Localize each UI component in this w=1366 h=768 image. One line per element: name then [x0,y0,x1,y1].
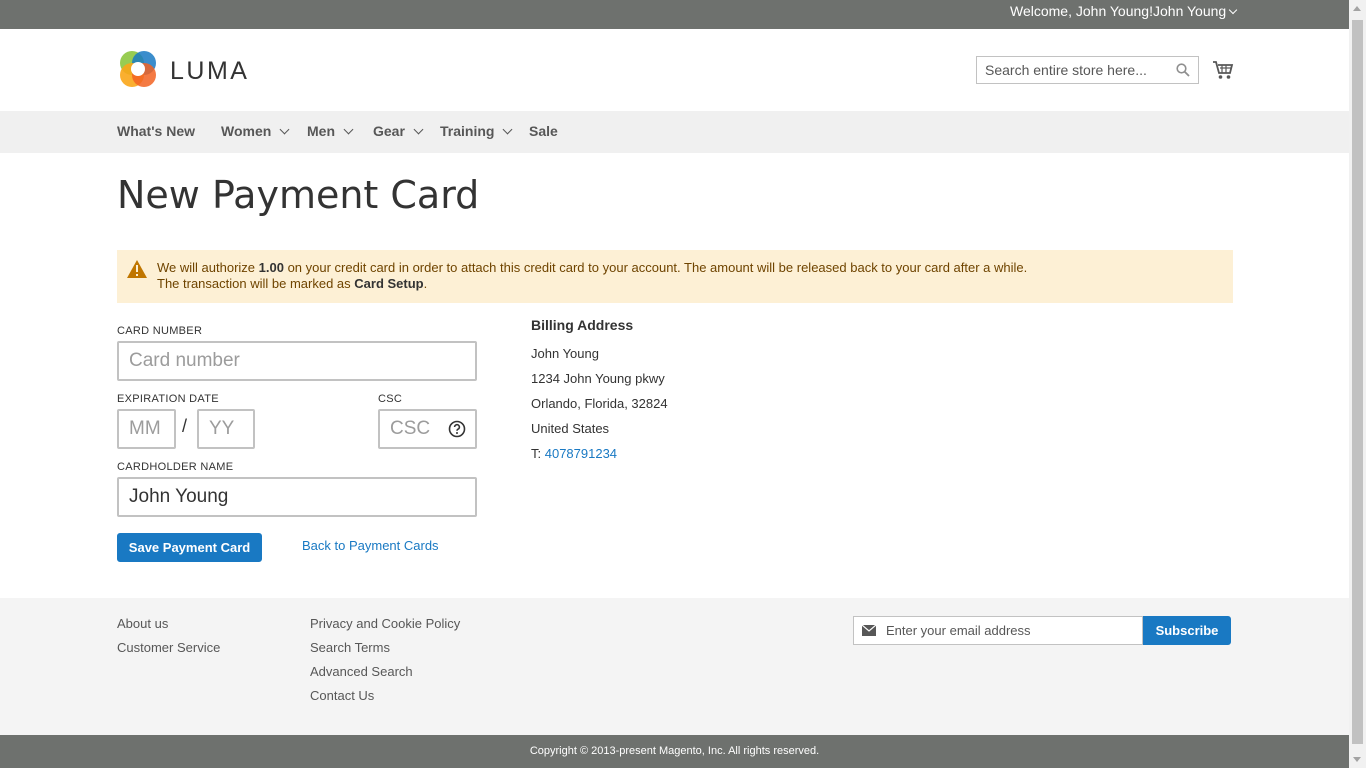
notice-text: The transaction will be marked as [157,276,355,291]
date-separator: / [182,416,188,436]
mail-icon [862,625,876,636]
scrollbar-thumb[interactable] [1352,20,1363,744]
phone-prefix: T: [531,446,545,461]
nav-label: What's New [117,123,196,139]
search-input[interactable] [977,57,1165,83]
notice-text: We will authorize [157,260,259,275]
nav-label: Training [440,123,495,139]
top-bar: Welcome, John Young! John Young [0,0,1349,29]
billing-name: John Young [531,346,599,361]
newsletter-field [853,616,1143,645]
cardholder-name-field [117,477,477,517]
nav-label: Sale [529,123,558,139]
chevron-down-icon [279,124,290,135]
nav-gear[interactable]: Gear [373,111,424,153]
search-box [976,56,1199,84]
page: Welcome, John Young! John Young LUMA Sea… [0,0,1349,768]
footer: About us Customer Service Privacy and Co… [0,598,1349,735]
chevron-down-icon [413,124,424,135]
exp-month-field [117,409,176,449]
nav-women[interactable]: Women [221,111,290,153]
notice-text: . [423,276,428,291]
footer-link-advanced-search[interactable]: Advanced Search [310,660,460,684]
welcome-text: Welcome, John Young! [1010,3,1153,19]
expiration-date-label: EXPIRATION DATE [117,393,219,405]
chevron-down-icon [503,124,513,135]
footer-links-col-2: Privacy and Cookie Policy Search Terms A… [310,612,460,708]
page-scrollbar[interactable] [1349,0,1366,768]
exp-month-input[interactable] [119,411,174,447]
card-number-label: CARD NUMBER [117,325,203,337]
notice-line-1: We will authorize 1.00 on your credit ca… [157,260,1233,276]
cart-icon[interactable] [1212,59,1234,81]
account-name: John Young [1153,3,1227,19]
billing-address-title: Billing Address [531,317,634,333]
nav-whats-new[interactable]: What's New [117,111,195,153]
chevron-down-icon [1228,5,1238,15]
nav-label: Men [307,123,335,139]
save-payment-card-button[interactable]: Save Payment Card [117,533,262,562]
nav-men[interactable]: Men [307,111,354,153]
footer-link-contact-us[interactable]: Contact Us [310,684,460,708]
billing-phone-line: T: 4078791234 [531,441,668,466]
exp-year-field [197,409,255,449]
notice-amount: 1.00 [258,260,284,275]
nav-training[interactable]: Training [440,111,513,153]
footer-link-privacy[interactable]: Privacy and Cookie Policy [310,612,460,636]
footer-link-about-us[interactable]: About us [117,612,220,636]
subscribe-button[interactable]: Subscribe [1143,616,1231,645]
scroll-up-arrow-icon[interactable] [1353,6,1361,11]
warning-icon [127,260,147,278]
notice-mark: Card Setup [354,276,424,291]
back-to-payment-cards-link[interactable]: Back to Payment Cards [302,538,439,553]
newsletter-email-input[interactable] [854,617,1136,644]
search-icon[interactable] [1176,63,1190,77]
notice-text: on your credit card in order to attach t… [283,260,1028,275]
billing-country: United States [531,421,610,436]
footer-links-col-1: About us Customer Service [117,612,220,660]
page-title: New Payment Card [117,173,480,217]
store-logo[interactable]: LUMA [118,49,258,91]
scroll-down-arrow-icon[interactable] [1353,757,1361,762]
card-number-field [117,341,477,381]
copyright: Copyright © 2013-present Magento, Inc. A… [0,735,1349,768]
csc-label: CSC [378,393,403,405]
nav-label: Gear [373,123,405,139]
warning-message: We will authorize 1.00 on your credit ca… [117,250,1233,303]
notice-line-2: The transaction will be marked as Card S… [157,276,1233,292]
exp-year-input[interactable] [199,411,253,447]
nav-sale[interactable]: Sale [529,111,558,153]
billing-street: 1234 John Young pkwy [531,371,665,386]
logo-text: LUMA [170,57,250,85]
footer-link-search-terms[interactable]: Search Terms [310,636,460,660]
help-icon[interactable] [448,420,466,438]
main-nav: What's New Women Men Gear Training Sale [0,111,1349,153]
footer-link-customer-service[interactable]: Customer Service [117,636,220,660]
billing-phone-link[interactable]: 4078791234 [545,446,617,461]
card-number-input[interactable] [119,343,475,379]
header: LUMA [0,29,1349,111]
account-menu[interactable]: John Young [1153,2,1238,20]
cardholder-name-input[interactable] [119,479,475,515]
cardholder-name-label: CARDHOLDER NAME [117,461,234,473]
billing-address: Billing Address John Young 1234 John You… [531,316,668,466]
chevron-down-icon [343,124,354,135]
billing-city: Orlando, Florida, 32824 [531,396,668,411]
csc-input[interactable] [380,411,450,447]
nav-label: Women [221,123,272,139]
luma-logo-icon [120,51,156,87]
